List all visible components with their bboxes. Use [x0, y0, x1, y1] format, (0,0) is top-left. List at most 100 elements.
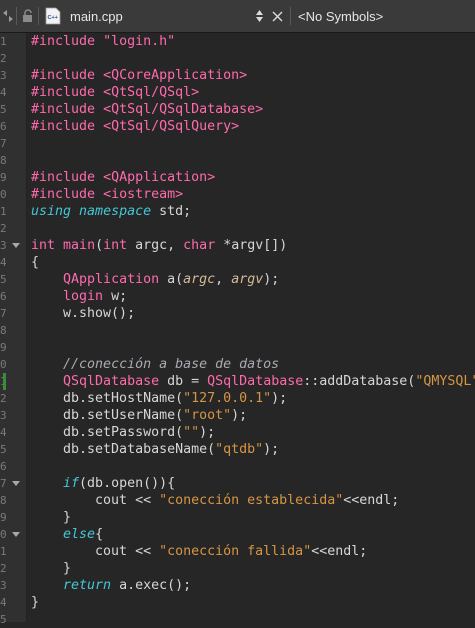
line-number: 9 — [0, 341, 6, 354]
code-line[interactable]: db.setUserName("root"); — [31, 407, 247, 424]
code-token: #include — [31, 187, 104, 202]
code-line[interactable]: int main(int argc, char *argv[]) — [31, 237, 287, 254]
current-file-name[interactable]: main.cpp — [70, 0, 123, 32]
line-number: 5 — [0, 103, 6, 116]
code-line[interactable]: #include <QtSql/QSqlDatabase> — [31, 101, 263, 118]
code-token: QSqlDatabase — [63, 374, 160, 389]
line-number: 3 — [0, 409, 6, 422]
code-token: } — [31, 595, 40, 610]
line-number: 0 — [0, 188, 6, 201]
code-line[interactable]: w.show(); — [31, 305, 135, 322]
code-token: ); — [263, 272, 280, 287]
line-number: 5 — [0, 443, 6, 456]
line-number: 8 — [0, 324, 6, 337]
line-number: 7 — [0, 137, 6, 150]
code-line[interactable]: #include "login.h" — [31, 33, 175, 50]
code-token: <QtSql/QSqlDatabase> — [103, 102, 264, 117]
line-number: 1 — [0, 205, 6, 218]
code-token: ( — [95, 238, 104, 253]
toolbar-divider — [290, 7, 291, 25]
code-token: using — [31, 204, 72, 219]
code-token: } — [31, 561, 72, 576]
line-number: 7 — [0, 307, 6, 320]
fold-toggle-icon[interactable] — [12, 481, 20, 486]
code-line[interactable]: cout << "conección fallida"<<endl; — [31, 543, 367, 560]
code-line[interactable]: if(db.open()){ — [31, 475, 175, 492]
fold-toggle-icon[interactable] — [12, 532, 20, 537]
code-line[interactable]: } — [31, 560, 71, 577]
fold-toggle-icon[interactable] — [12, 243, 20, 248]
code-token: int — [103, 238, 128, 253]
code-token: (db.open()){ — [79, 476, 176, 491]
editor-toolbar: C++ main.cpp <No Symbols> — [0, 0, 475, 33]
code-line[interactable]: //conección a base de datos — [31, 356, 279, 373]
symbols-dropdown[interactable]: <No Symbols> — [298, 0, 383, 32]
line-number: 2 — [0, 392, 6, 405]
code-token: "conección establecida" — [159, 493, 344, 508]
code-token: *argv[]) — [215, 238, 288, 253]
navigation-arrows[interactable] — [2, 0, 14, 32]
code-line[interactable]: login w; — [31, 288, 127, 305]
code-line[interactable]: } — [31, 594, 39, 611]
code-line[interactable]: } — [31, 509, 71, 526]
code-line[interactable]: using namespace std; — [31, 203, 191, 220]
code-token: ); — [271, 391, 288, 406]
code-line[interactable]: db.setHostName("127.0.0.1"); — [31, 390, 287, 407]
code-line[interactable]: else{ — [31, 526, 103, 543]
code-token: ); — [231, 408, 248, 423]
code-token: db = — [159, 374, 208, 389]
code-token: w.show(); — [31, 306, 136, 321]
file-switch-arrows-icon[interactable] — [253, 0, 265, 32]
code-line[interactable]: QSqlDatabase db = QSqlDatabase::addDatab… — [31, 373, 475, 390]
code-token: cout << — [31, 493, 160, 508]
line-number: 7 — [0, 477, 6, 490]
close-document-icon[interactable] — [270, 0, 284, 32]
line-number: 4 — [0, 596, 6, 609]
nav-back-forward-icon[interactable] — [2, 9, 14, 23]
code-token: QApplication — [63, 272, 160, 287]
code-line[interactable]: db.setDatabaseName("qtdb"); — [31, 441, 279, 458]
code-token: <<endl; — [311, 544, 368, 559]
toolbar-divider — [16, 7, 17, 25]
code-token: #include — [31, 34, 104, 49]
code-token: "conección fallida" — [159, 544, 312, 559]
code-line[interactable]: #include <QCoreApplication> — [31, 67, 247, 84]
code-line[interactable]: #include <iostream> — [31, 186, 183, 203]
line-number: 3 — [0, 69, 6, 82]
code-token: <iostream> — [103, 187, 184, 202]
code-line[interactable]: #include <QtSql/QSqlQuery> — [31, 118, 239, 135]
code-line[interactable]: #include <QApplication> — [31, 169, 215, 186]
code-token: "QMYSQL" — [415, 374, 475, 389]
code-line[interactable]: { — [31, 254, 39, 271]
code-token: argv — [231, 272, 264, 287]
line-number: 4 — [0, 256, 6, 269]
code-token: <QtSql/QSqlQuery> — [103, 119, 240, 134]
code-token: char — [183, 238, 216, 253]
code-line[interactable]: #include <QtSql/QSql> — [31, 84, 199, 101]
line-number: 6 — [0, 460, 6, 473]
code-token: } — [31, 510, 72, 525]
code-token: #include — [31, 85, 104, 100]
code-token: db.setUserName( — [31, 408, 184, 423]
code-token: main — [63, 238, 96, 253]
code-token: { — [31, 255, 40, 270]
code-token: cout << — [31, 544, 160, 559]
code-token: ); — [263, 442, 280, 457]
code-line[interactable]: return a.exec(); — [31, 577, 191, 594]
code-token: "login.h" — [103, 34, 176, 49]
code-line[interactable]: db.setPassword(""); — [31, 424, 215, 441]
code-token: if — [63, 476, 80, 491]
code-line[interactable]: cout << "conección establecida"<<endl; — [31, 492, 399, 509]
code-token: QSqlDatabase — [207, 374, 304, 389]
line-number: 0 — [0, 528, 6, 541]
code-token: db.setPassword( — [31, 425, 184, 440]
line-number: 5 — [0, 613, 6, 626]
code-editor[interactable]: #include "login.h" #include <QCoreApplica… — [27, 33, 475, 622]
code-line[interactable]: QApplication a(argc, argv); — [31, 271, 279, 288]
lock-icon[interactable] — [21, 0, 35, 32]
svg-text:C++: C++ — [48, 15, 58, 21]
